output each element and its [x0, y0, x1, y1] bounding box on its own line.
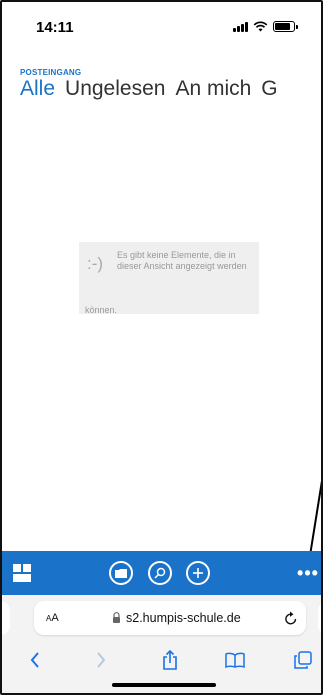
empty-message: Es gibt keine Elemente, die in dieser An… — [117, 250, 247, 271]
status-bar: 14:11 — [2, 2, 321, 48]
mail-toolbar: ••• — [2, 551, 321, 595]
signal-icon — [233, 21, 248, 32]
browser-nav — [2, 647, 321, 677]
reload-icon[interactable] — [284, 610, 298, 626]
forward-icon[interactable] — [88, 647, 114, 673]
folder-icon[interactable] — [109, 561, 133, 585]
tabs-icon[interactable] — [290, 647, 316, 673]
previous-tab-edge — [2, 601, 10, 635]
address-bar[interactable]: AA s2.humpis-schule.de — [34, 601, 306, 635]
tab-an-mich[interactable]: An mich — [175, 76, 251, 102]
text-size-button[interactable]: AA — [46, 612, 59, 624]
wifi-icon — [253, 21, 268, 32]
status-time: 14:11 — [36, 19, 74, 36]
next-tab-edge — [318, 601, 321, 635]
smiley-icon: :-) — [87, 254, 104, 273]
home-indicator — [112, 683, 216, 687]
empty-message-tail: können. — [85, 305, 118, 315]
search-icon[interactable] — [148, 561, 172, 585]
tab-ungelesen[interactable]: Ungelesen — [65, 76, 165, 102]
filter-tabs: Alle Ungelesen An mich G — [20, 76, 278, 102]
tab-partial[interactable]: G — [261, 76, 277, 102]
plus-icon[interactable] — [186, 561, 210, 585]
tab-alle[interactable]: Alle — [20, 76, 55, 102]
more-icon[interactable]: ••• — [294, 561, 321, 585]
browser-bar: AA s2.humpis-schule.de — [2, 595, 321, 693]
status-icons — [233, 21, 298, 32]
empty-state: :-) Es gibt keine Elemente, die in diese… — [79, 242, 259, 315]
lock-icon — [113, 612, 120, 623]
battery-icon — [273, 21, 298, 32]
grid-icon[interactable] — [10, 561, 34, 585]
bookmarks-icon[interactable] — [222, 647, 248, 673]
url-text: s2.humpis-schule.de — [126, 611, 241, 625]
phone-screen: 14:11 POSTEINGANG Alle Ungelesen An mich… — [0, 0, 323, 695]
share-icon[interactable] — [157, 647, 183, 673]
back-icon[interactable] — [22, 647, 48, 673]
